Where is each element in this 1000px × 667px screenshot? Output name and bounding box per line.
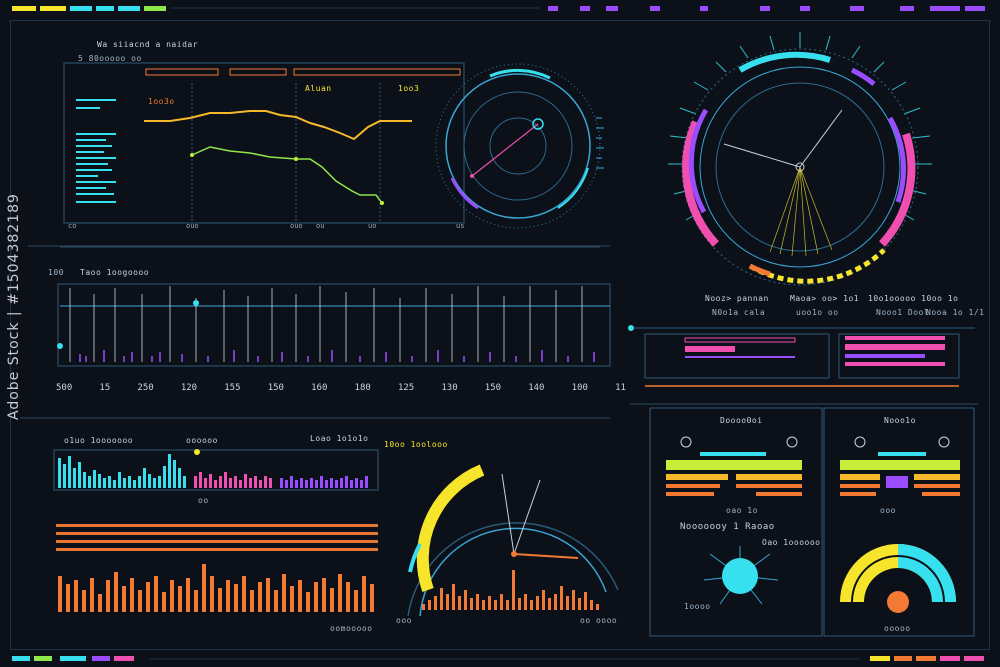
panel-dividers: [20, 245, 978, 419]
bottom-status-strip: [12, 656, 984, 661]
stock-watermark: Adobe Stock | #1504382189: [6, 193, 22, 420]
